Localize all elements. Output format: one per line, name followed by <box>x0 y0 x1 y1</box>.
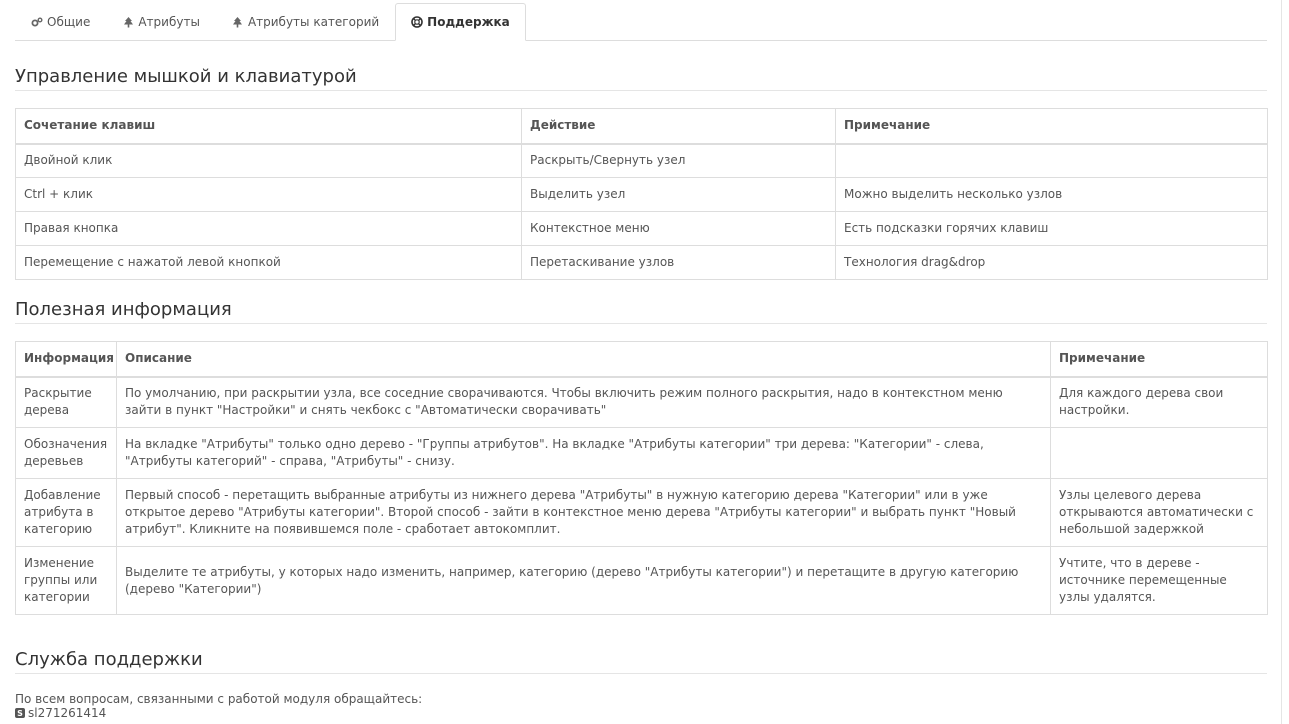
column-header: Описание <box>116 341 1051 378</box>
tab-category-attributes[interactable]: Атрибуты категорий <box>216 3 395 41</box>
keyboard-section-title: Управление мышкой и клавиатурой <box>15 66 1267 91</box>
tab-label: Атрибуты категорий <box>247 15 380 29</box>
table-cell: Первый способ - перетащить выбранные атр… <box>116 478 1051 547</box>
svg-text:S: S <box>17 709 23 718</box>
column-header: Примечание <box>835 108 1268 145</box>
table-cell: Выделить узел <box>521 177 836 212</box>
gears-icon <box>31 16 43 28</box>
table-cell: Учтите, что в дереве - источнике перемещ… <box>1050 546 1268 615</box>
table-cell: Можно выделить несколько узлов <box>835 177 1268 212</box>
support-text: По всем вопросам, связанными с работой м… <box>15 692 423 706</box>
support-section-title: Служба поддержки <box>15 649 1267 674</box>
info-table: Информация Описание Примечание Раскрытие… <box>15 341 1268 615</box>
tab-general[interactable]: Общие <box>15 3 106 41</box>
column-header: Информация <box>15 341 117 378</box>
info-section-title: Полезная информация <box>15 299 1267 324</box>
table-cell: Обозначения деревьев <box>15 427 117 479</box>
skype-contact[interactable]: S sl271261414 <box>15 706 1267 720</box>
table-cell: Ctrl + клик <box>15 177 522 212</box>
table-row: Ctrl + клик Выделить узел Можно выделить… <box>15 177 1268 212</box>
table-row: Правая кнопка Контекстное меню Есть подс… <box>15 211 1268 246</box>
table-cell: Есть подсказки горячих клавиш <box>835 211 1268 246</box>
table-cell: Раскрытие дерева <box>15 376 117 428</box>
table-row: Перемещение с нажатой левой кнопкой Пере… <box>15 245 1268 280</box>
skype-id: sl271261414 <box>28 706 107 720</box>
table-row: Двойной клик Раскрыть/Свернуть узел <box>15 143 1268 178</box>
table-cell: Двойной клик <box>15 143 522 178</box>
table-cell <box>1050 427 1268 479</box>
table-cell <box>835 143 1268 178</box>
table-header-row: Информация Описание Примечание <box>15 341 1268 378</box>
table-cell: Технология drag&drop <box>835 245 1268 280</box>
tab-label: Поддержка <box>427 15 510 29</box>
table-cell: На вкладке "Атрибуты" только одно дерево… <box>116 427 1051 479</box>
table-row: Обозначения деревьев На вкладке "Атрибут… <box>15 427 1268 479</box>
table-header-row: Сочетание клавиш Действие Примечание <box>15 108 1268 145</box>
tab-label: Общие <box>47 15 91 29</box>
table-cell: Добавление атрибута в категорию <box>15 478 117 547</box>
table-cell: Узлы целевого дерева открываются автомат… <box>1050 478 1268 547</box>
page-right-border <box>1281 0 1282 724</box>
table-cell: По умолчанию, при раскрытии узла, все со… <box>116 376 1051 428</box>
tab-label: Атрибуты <box>138 15 200 29</box>
keyboard-table: Сочетание клавиш Действие Примечание Дво… <box>15 108 1268 280</box>
table-row: Раскрытие дерева По умолчанию, при раскр… <box>15 376 1268 428</box>
tab-bar: Общие Атрибуты Атрибуты категорий Поддер… <box>15 0 1267 41</box>
skype-icon: S <box>15 708 25 718</box>
column-header: Сочетание клавиш <box>15 108 522 145</box>
table-cell: Выделите те атрибуты, у которых надо изм… <box>116 546 1051 615</box>
table-cell: Раскрыть/Свернуть узел <box>521 143 836 178</box>
tree-icon <box>122 16 134 28</box>
table-cell: Изменение группы или категории <box>15 546 117 615</box>
table-row: Изменение группы или категории Выделите … <box>15 546 1268 615</box>
table-cell: Для каждого дерева свои настройки. <box>1050 376 1268 428</box>
column-header: Действие <box>521 108 836 145</box>
table-cell: Контекстное меню <box>521 211 836 246</box>
table-row: Добавление атрибута в категорию Первый с… <box>15 478 1268 547</box>
table-cell: Перетаскивание узлов <box>521 245 836 280</box>
column-header: Примечание <box>1050 341 1268 378</box>
page-content: Общие Атрибуты Атрибуты категорий Поддер… <box>15 0 1268 720</box>
table-cell: Перемещение с нажатой левой кнопкой <box>15 245 522 280</box>
table-cell: Правая кнопка <box>15 211 522 246</box>
tab-attributes[interactable]: Атрибуты <box>106 3 216 41</box>
tab-support[interactable]: Поддержка <box>395 3 526 41</box>
lifebuoy-icon <box>411 16 423 28</box>
tree-icon <box>232 16 244 28</box>
